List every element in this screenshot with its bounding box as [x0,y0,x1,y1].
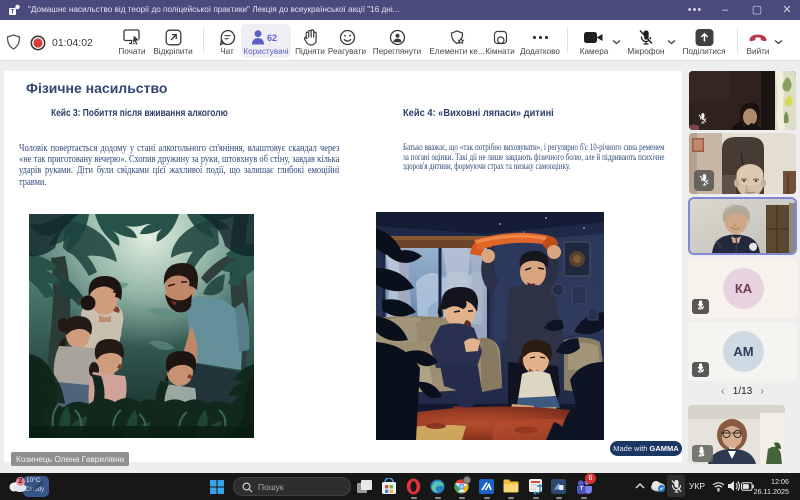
svg-text:62: 62 [267,33,277,43]
svg-text:T: T [11,10,15,16]
